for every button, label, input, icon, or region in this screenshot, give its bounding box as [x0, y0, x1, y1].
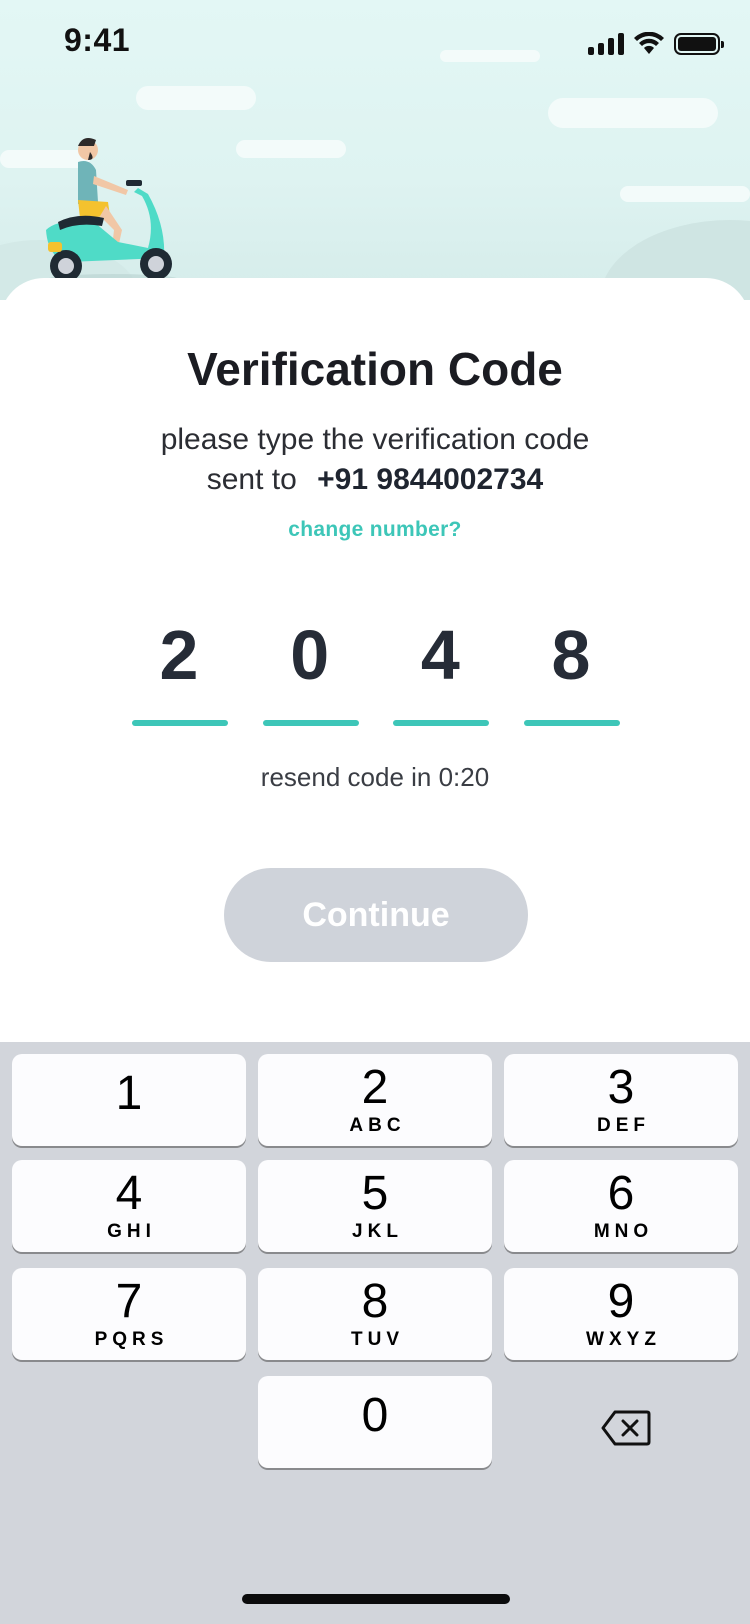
- otp-digit-value: 2: [159, 616, 199, 694]
- status-time: 9:41: [64, 22, 131, 58]
- backspace-icon: [601, 1410, 651, 1446]
- otp-underline: [393, 720, 490, 726]
- key-letters: MNO: [593, 1221, 654, 1242]
- keypad-key-9[interactable]: 9 WXYZ: [504, 1268, 738, 1360]
- otp-underline: [523, 720, 620, 726]
- keypad-key-3[interactable]: 3 DEF: [504, 1054, 738, 1146]
- key-number: 3: [607, 1061, 635, 1114]
- key-number: 7: [115, 1275, 143, 1328]
- keypad-key-7[interactable]: 7 PQRS: [12, 1268, 246, 1360]
- key-number: 0: [361, 1389, 389, 1442]
- key-number: 1: [115, 1067, 143, 1120]
- battery-icon: [674, 33, 724, 55]
- otp-digit-value: 0: [290, 616, 330, 694]
- status-bar: 9:41: [0, 0, 750, 88]
- wifi-icon: [634, 32, 664, 54]
- otp-underline: [262, 720, 359, 726]
- key-letters: PQRS: [94, 1329, 169, 1350]
- otp-digit-field[interactable]: 8: [522, 610, 620, 726]
- numeric-keyboard: 1 2 ABC 3 DEF 4 GHI 5 JKL 6 MNO 7 PQRS 8…: [0, 1042, 750, 1624]
- key-letters: GHI: [107, 1221, 156, 1242]
- keypad-key-1[interactable]: 1: [12, 1054, 246, 1146]
- cloud-decoration: [236, 140, 346, 158]
- otp-input-group[interactable]: 2 0 4 8: [130, 610, 620, 730]
- key-letters: WXYZ: [586, 1329, 661, 1350]
- key-number: 6: [607, 1167, 635, 1220]
- status-icons: [588, 30, 724, 58]
- otp-digit-field[interactable]: 4: [391, 610, 490, 726]
- sent-to-label: sent to: [206, 463, 297, 496]
- instruction-line-phone: sent to +91 9844002734: [0, 460, 750, 500]
- phone-number: +91 9844002734: [317, 463, 544, 496]
- keypad-key-0[interactable]: 0: [258, 1376, 492, 1468]
- key-number: 9: [607, 1275, 635, 1328]
- key-number: 5: [361, 1167, 389, 1220]
- cloud-decoration: [136, 86, 256, 110]
- key-number: 8: [361, 1275, 389, 1328]
- otp-digit-field[interactable]: 0: [261, 610, 359, 726]
- otp-digit-value: 4: [420, 616, 460, 694]
- otp-digit-value: 8: [551, 616, 591, 694]
- keypad-key-4[interactable]: 4 GHI: [12, 1160, 246, 1252]
- key-letters: JKL: [352, 1221, 403, 1242]
- cloud-decoration: [548, 98, 718, 128]
- continue-button[interactable]: Continue: [224, 868, 528, 962]
- keypad-key-5[interactable]: 5 JKL: [258, 1160, 492, 1252]
- key-letters: DEF: [597, 1115, 650, 1136]
- keypad-key-2[interactable]: 2 ABC: [258, 1054, 492, 1146]
- instruction-line: please type the verification code: [160, 423, 590, 456]
- change-number-link[interactable]: change number?: [0, 518, 750, 542]
- backspace-key[interactable]: [566, 1382, 686, 1474]
- cellular-signal-icon: [588, 33, 624, 55]
- cloud-decoration: [620, 186, 750, 202]
- key-letters: TUV: [351, 1329, 404, 1350]
- page-title: Verification Code: [187, 343, 563, 395]
- otp-digit-field[interactable]: 2: [130, 610, 228, 726]
- instruction-text: please type the verification code sent t…: [0, 420, 750, 500]
- otp-underline: [132, 720, 228, 726]
- key-letters: ABC: [349, 1115, 406, 1136]
- key-number: 4: [115, 1167, 143, 1220]
- home-indicator[interactable]: [242, 1594, 510, 1604]
- key-number: 2: [361, 1061, 389, 1114]
- keypad-key-8[interactable]: 8 TUV: [258, 1268, 492, 1360]
- resend-timer: resend code in 0:20: [260, 762, 490, 792]
- keypad-key-6[interactable]: 6 MNO: [504, 1160, 738, 1252]
- scooter-rider-illustration: [45, 138, 181, 286]
